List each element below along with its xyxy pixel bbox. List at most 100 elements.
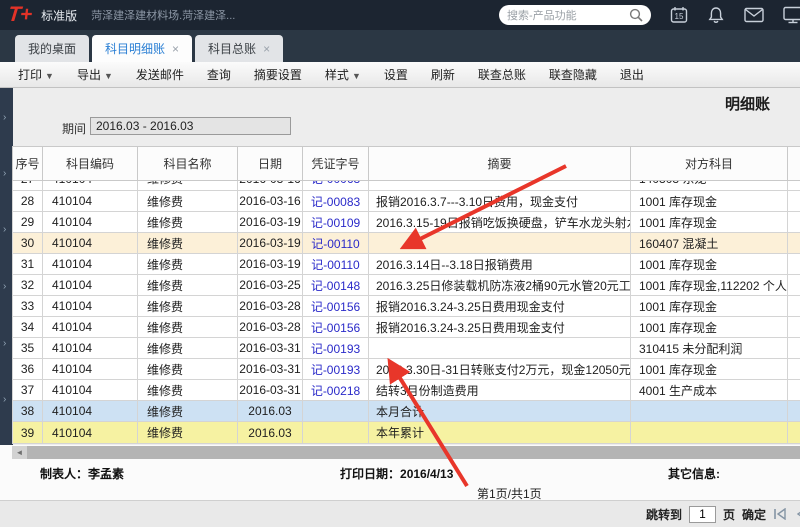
- tab-close-icon[interactable]: ×: [172, 42, 179, 56]
- voucher-link: [302, 400, 369, 422]
- toolbar-button-summary-settings[interactable]: 摘要设置: [254, 66, 302, 83]
- row-number-cell: 27: [12, 180, 43, 191]
- report-content: › › › › › › 明细账 期间 2016.03 - 2016.03 序号 科目编码 科目…: [0, 88, 800, 501]
- chevron-down-icon: ▼: [45, 71, 54, 81]
- first-page-icon[interactable]: [773, 508, 787, 520]
- toolbar-button-style[interactable]: 样式 ▼: [325, 66, 361, 83]
- opposite-subject-cell: 310415 未分配利润: [630, 337, 788, 359]
- table-row[interactable]: 36 410104 维修费 2016-03-31 记-00193 2016.3.30日-3…: [12, 358, 800, 380]
- column-header: [787, 146, 800, 181]
- table-row[interactable]: 35 410104 维修费 2016-03-31 记-00193 310415 未分配利润: [12, 337, 800, 359]
- table-row[interactable]: 31 410104 维修费 2016-03-19 记-00110 2016.3.14日--…: [12, 253, 800, 275]
- subject-name-cell: 维修费: [137, 232, 238, 254]
- voucher-link[interactable]: 记-00109: [302, 211, 369, 233]
- column-header: 科目编码: [42, 146, 138, 181]
- tab-subject-general-ledger[interactable]: 科目总账 ×: [195, 35, 284, 62]
- scroll-left-button[interactable]: ◄: [12, 446, 27, 459]
- expand-panel-chevron-icon[interactable]: ›: [3, 394, 6, 405]
- date-cell: 2016-03-16: [237, 180, 303, 191]
- toolbar-button-query[interactable]: 查询: [207, 66, 231, 83]
- summary-cell: [368, 337, 631, 359]
- notifications-bell-icon[interactable]: [707, 6, 725, 24]
- toolbar-button-exit[interactable]: 退出: [620, 66, 644, 83]
- opposite-subject-cell: 1001 库存现金: [630, 316, 788, 338]
- chevron-down-icon: ▼: [103, 71, 113, 81]
- expand-panel-chevron-icon[interactable]: ›: [3, 168, 6, 179]
- subject-code-cell: 410104: [42, 253, 138, 275]
- opposite-subject-cell: 1001 库存现金: [630, 253, 788, 275]
- table-row[interactable]: 39 410104 维修费 2016.03 本年累计: [12, 421, 800, 444]
- expand-panel-chevron-icon[interactable]: ›: [3, 112, 6, 123]
- voucher-link[interactable]: 记-00063: [302, 180, 369, 191]
- subject-name-cell: 维修费: [137, 253, 238, 275]
- summary-cell: 本年累计: [368, 421, 631, 444]
- period-input[interactable]: 2016.03 - 2016.03: [90, 117, 291, 135]
- table-row[interactable]: 37 410104 维修费 2016-03-31 记-00218 结转3月份制造费用 400…: [12, 379, 800, 401]
- toolbar-button-settings[interactable]: 设置: [384, 66, 408, 83]
- toolbar-button-print[interactable]: 打印 ▼: [18, 66, 54, 83]
- voucher-link[interactable]: 记-00083: [302, 190, 369, 212]
- page-number-input[interactable]: [688, 505, 716, 523]
- filler-cell: [787, 180, 800, 191]
- toolbar-button-send-email[interactable]: 发送邮件: [136, 66, 184, 83]
- confirm-button[interactable]: 确定: [742, 506, 766, 523]
- voucher-link[interactable]: 记-00156: [302, 316, 369, 338]
- expand-panel-chevron-icon[interactable]: ›: [3, 281, 6, 292]
- tab-close-icon[interactable]: ×: [263, 42, 270, 56]
- voucher-link[interactable]: 记-00148: [302, 274, 369, 296]
- voucher-link[interactable]: 记-00193: [302, 358, 369, 380]
- table-row[interactable]: 27410104维修费2016-03-16记-00063 140303 东龙: [12, 180, 800, 191]
- toolbar-button-linked-hidden[interactable]: 联查隐藏: [549, 66, 597, 83]
- print-date-field: 打印日期：2016/4/13: [340, 467, 454, 481]
- scrollbar-thumb[interactable]: [27, 446, 800, 459]
- subject-name-cell: 维修费: [137, 358, 238, 380]
- tab-my-desktop[interactable]: 我的桌面: [15, 35, 90, 62]
- tab-subject-detail-ledger[interactable]: 科目明细账 ×: [92, 35, 193, 62]
- jump-to-label: 跳转到: [645, 507, 682, 522]
- search-icon[interactable]: [629, 8, 643, 22]
- summary-cell: 2016.3.15-19日报销吃饭换硬盘，铲车水龙头射水喇叭费用: [368, 211, 631, 233]
- voucher-link[interactable]: 记-00110: [302, 253, 369, 275]
- search-input[interactable]: 搜索-产品功能: [499, 5, 651, 25]
- row-number-cell: 30: [12, 232, 43, 254]
- opposite-subject-cell: 4001 生产成本: [630, 379, 788, 401]
- opposite-subject-cell: [630, 421, 788, 444]
- horizontal-scrollbar[interactable]: ◄: [12, 446, 800, 459]
- app-logo: T+: [6, 3, 33, 26]
- table-row[interactable]: 30 410104 维修费 2016-03-19 记-00110 160407 混凝土: [12, 232, 800, 254]
- toolbar-button-refresh[interactable]: 刷新: [431, 66, 455, 83]
- tab-bar: 我的桌面 科目明细账 × 科目总账 ×: [0, 30, 800, 62]
- toolbar-button-export[interactable]: 导出 ▼: [77, 66, 113, 83]
- table-row[interactable]: 32 410104 维修费 2016-03-25 记-00148 2016.3.25日修装…: [12, 274, 800, 296]
- expand-panel-chevron-icon[interactable]: ›: [3, 224, 6, 235]
- date-cell: 2016-03-19: [237, 253, 303, 275]
- mail-icon[interactable]: [744, 7, 764, 23]
- opposite-subject-cell: [630, 400, 788, 422]
- monitor-icon[interactable]: [783, 6, 800, 24]
- toolbar-button-linked-general-ledger[interactable]: 联查总账: [478, 66, 526, 83]
- pager: 跳转到 页 确定: [646, 501, 800, 527]
- row-number-cell: 31: [12, 253, 43, 275]
- summary-cell: 2016.3.30日-31日转账支付2万元，现金12050元: [368, 358, 631, 380]
- voucher-link[interactable]: 记-00110: [302, 232, 369, 254]
- voucher-link[interactable]: 记-00218: [302, 379, 369, 401]
- subject-code-cell: 410104: [42, 211, 138, 233]
- filler-cell: [787, 316, 800, 338]
- tab-label: 我的桌面: [28, 42, 77, 56]
- previous-page-icon[interactable]: [794, 508, 800, 520]
- date-cell: 2016-03-28: [237, 316, 303, 338]
- subject-name-cell: 维修费: [137, 379, 238, 401]
- table-row[interactable]: 33 410104 维修费 2016-03-28 记-00156 报销2016.3.24-…: [12, 295, 800, 317]
- voucher-link[interactable]: 记-00193: [302, 337, 369, 359]
- table-row[interactable]: 38 410104 维修费 2016.03 本月合计: [12, 400, 800, 422]
- date-cell: 2016.03: [237, 421, 303, 444]
- subject-code-cell: 410104: [42, 190, 138, 212]
- table-row[interactable]: 28 410104 维修费 2016-03-16 记-00083 报销2016.3.7--…: [12, 190, 800, 212]
- column-header: 序号: [12, 146, 43, 181]
- voucher-link[interactable]: 记-00156: [302, 295, 369, 317]
- summary-cell: 报销2016.3.24-3.25日费用现金支付: [368, 316, 631, 338]
- table-row[interactable]: 29 410104 维修费 2016-03-19 记-00109 2016.3.15-19…: [12, 211, 800, 233]
- expand-panel-chevron-icon[interactable]: ›: [3, 338, 6, 349]
- table-row[interactable]: 34 410104 维修费 2016-03-28 记-00156 报销2016.3.24-…: [12, 316, 800, 338]
- calendar-icon[interactable]: 15: [670, 6, 688, 24]
